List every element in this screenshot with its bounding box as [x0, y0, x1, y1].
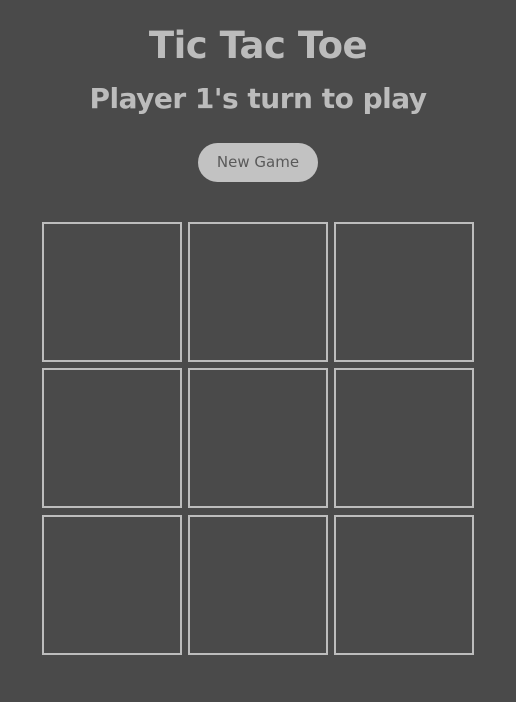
board-cell-3[interactable] [334, 222, 474, 362]
game-board [42, 222, 474, 655]
game-title: Tic Tac Toe [148, 24, 368, 67]
board-cell-6[interactable] [334, 368, 474, 508]
board-cell-5[interactable] [188, 368, 328, 508]
board-cell-9[interactable] [334, 515, 474, 655]
turn-status: Player 1's turn to play [89, 82, 427, 115]
board-cell-4[interactable] [42, 368, 182, 508]
board-cell-7[interactable] [42, 515, 182, 655]
board-cell-8[interactable] [188, 515, 328, 655]
new-game-button[interactable]: New Game [198, 143, 318, 182]
board-cell-1[interactable] [42, 222, 182, 362]
board-cell-2[interactable] [188, 222, 328, 362]
